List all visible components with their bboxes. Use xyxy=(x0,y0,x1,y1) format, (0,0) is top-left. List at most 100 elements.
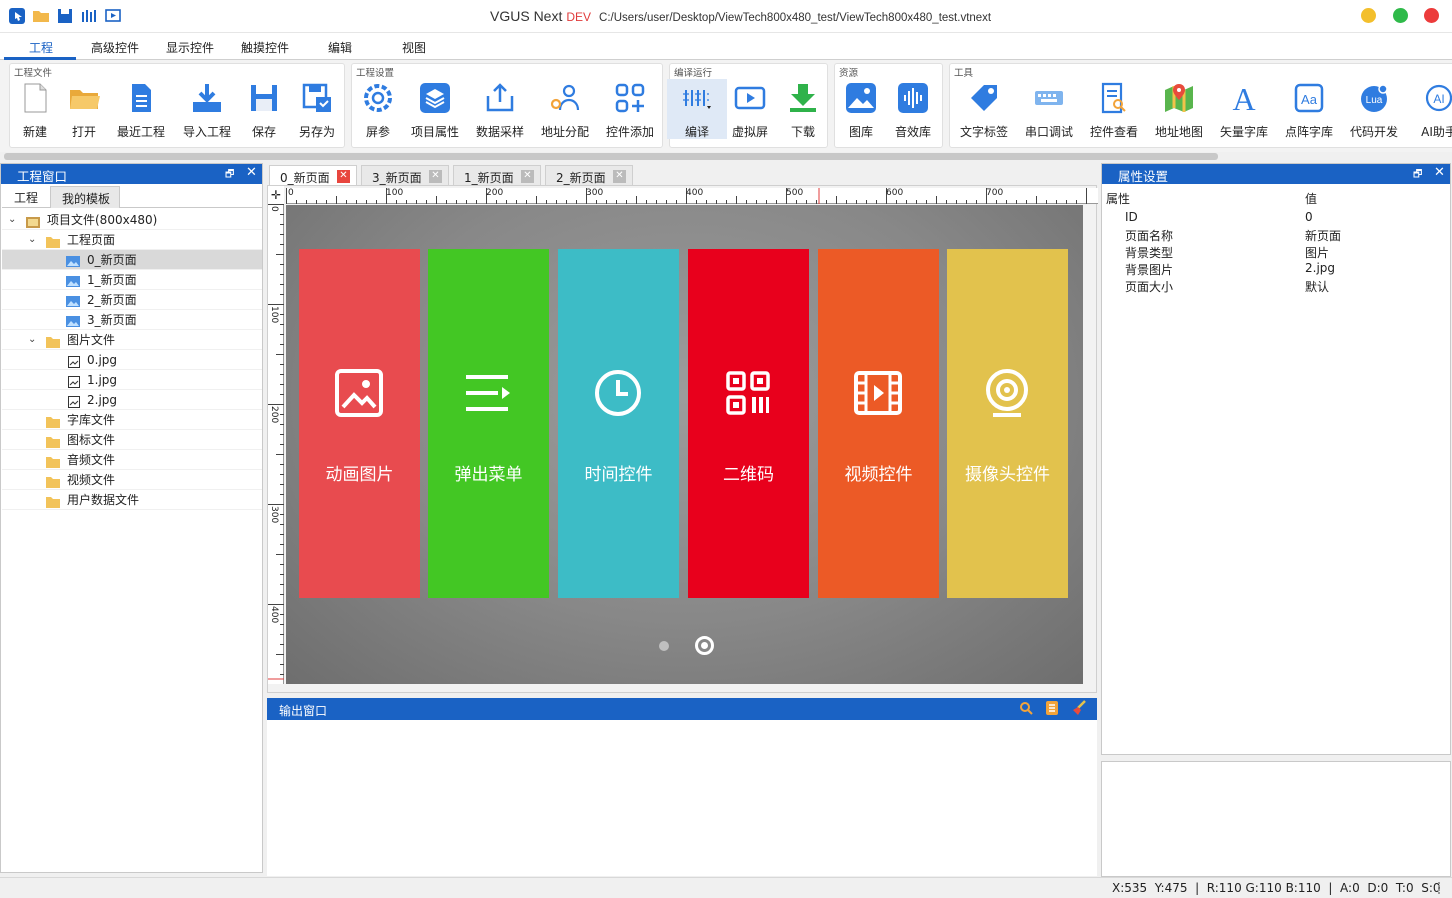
compile-icon xyxy=(681,82,713,114)
tree-page-3[interactable]: 3_新页面 xyxy=(2,310,262,330)
text-label-button[interactable]: 文字标签 xyxy=(954,79,1014,139)
close-tab-icon[interactable]: ✕ xyxy=(337,170,350,183)
tree-root[interactable]: ⌄ 项目文件(800x480) xyxy=(2,210,262,230)
tree-image-1[interactable]: 1.jpg xyxy=(2,370,262,390)
tree-folder-images[interactable]: ⌄ 图片文件 xyxy=(2,330,262,350)
menu-display-controls[interactable]: 显示控件 xyxy=(166,39,214,56)
vector-font-button[interactable]: A 矢量字库 xyxy=(1214,79,1274,139)
page-indicator-dot-active[interactable] xyxy=(695,636,714,655)
card-popup-menu[interactable]: 弹出菜单 xyxy=(428,249,549,598)
close-icon[interactable]: ✕ xyxy=(246,165,257,180)
bitmap-font-button[interactable]: Aa 点阵字库 xyxy=(1279,79,1339,139)
tree-image-0[interactable]: 0.jpg xyxy=(2,350,262,370)
expand-arrow-icon[interactable]: ⌄ xyxy=(8,210,16,230)
column-header-value: 值 xyxy=(1305,192,1318,206)
close-button[interactable] xyxy=(1424,8,1439,23)
close-icon[interactable]: ✕ xyxy=(1434,165,1445,180)
card-time-control[interactable]: 时间控件 xyxy=(558,249,679,598)
expand-arrow-icon[interactable]: ⌄ xyxy=(28,330,36,350)
tree-folder-pages[interactable]: ⌄ 工程页面 xyxy=(2,230,262,250)
maximize-button[interactable] xyxy=(1393,8,1408,23)
property-value[interactable]: 默认 xyxy=(1305,278,1329,295)
data-sampling-button[interactable]: 数据采样 xyxy=(470,79,530,139)
property-value[interactable]: 2.jpg xyxy=(1305,261,1335,275)
ai-assistant-button[interactable]: AI AI助手 xyxy=(1409,79,1452,139)
properties-title: 属性设置 xyxy=(1118,169,1169,184)
download-button[interactable]: 下载 xyxy=(773,79,833,139)
property-value[interactable]: 新页面 xyxy=(1305,227,1341,244)
tree-folder-fonts[interactable]: 字库文件 xyxy=(2,410,262,430)
page-indicator-dot[interactable] xyxy=(659,641,669,651)
resize-grip-icon[interactable] xyxy=(1438,882,1440,894)
tree-folder-label: 音频文件 xyxy=(67,453,116,467)
menu-touch-controls[interactable]: 触摸控件 xyxy=(241,39,289,56)
broom-icon[interactable] xyxy=(1071,700,1087,719)
tree-folder-icons[interactable]: 图标文件 xyxy=(2,430,262,450)
control-viewer-button[interactable]: 控件查看 xyxy=(1084,79,1144,139)
doc-tab-3[interactable]: 3_新页面 ✕ xyxy=(361,165,449,186)
property-value[interactable]: 0 xyxy=(1305,210,1313,224)
property-row[interactable]: 背景图片 2.jpg xyxy=(1102,261,1450,278)
log-icon[interactable] xyxy=(1045,700,1059,719)
pin-icon[interactable]: 🗗 xyxy=(225,167,234,184)
tab-my-templates[interactable]: 我的模板 xyxy=(50,186,120,208)
serial-debug-button[interactable]: 串口调试 xyxy=(1019,79,1079,139)
tree-page-0[interactable]: 0_新页面 xyxy=(2,250,262,270)
virtual-screen-icon[interactable] xyxy=(104,7,122,25)
minimize-button[interactable] xyxy=(1361,8,1376,23)
card-camera-control[interactable]: 摄像头控件 xyxy=(947,249,1068,598)
recent-projects-button[interactable]: 最近工程 xyxy=(111,79,171,139)
menu-view[interactable]: 视图 xyxy=(402,39,426,56)
output-window-body[interactable] xyxy=(267,720,1097,876)
ribbon-scrollbar[interactable] xyxy=(0,152,1452,161)
menu-project[interactable]: 工程 xyxy=(29,39,53,56)
design-canvas[interactable]: ✛ 0 100 200 300 400 500 600 700 0 100 20… xyxy=(267,185,1098,693)
property-row[interactable]: 背景类型 图片 xyxy=(1102,244,1450,261)
menu-advanced-controls[interactable]: 高级控件 xyxy=(91,39,139,56)
tree-folder-audio[interactable]: 音频文件 xyxy=(2,450,262,470)
property-value[interactable]: 图片 xyxy=(1305,244,1329,261)
compile-icon[interactable] xyxy=(80,7,98,25)
tree-folder-video[interactable]: 视频文件 xyxy=(2,470,262,490)
tree-page-2[interactable]: 2_新页面 xyxy=(2,290,262,310)
search-icon[interactable] xyxy=(1019,701,1033,718)
app-logo-icon[interactable] xyxy=(8,7,26,25)
code-development-button[interactable]: Lua 代码开发 xyxy=(1344,79,1404,139)
property-row[interactable]: 页面大小 默认 xyxy=(1102,278,1450,295)
address-allocation-button[interactable]: 地址分配 xyxy=(535,79,595,139)
expand-arrow-icon[interactable]: ⌄ xyxy=(28,230,36,250)
property-row[interactable]: 页面名称 新页面 xyxy=(1102,227,1450,244)
tree-folder-userdata[interactable]: 用户数据文件 xyxy=(2,490,262,510)
page-screen[interactable]: 动画图片 弹出菜单 时间控件 二维码 视频控件 摄像头控件 xyxy=(286,205,1083,684)
scrollbar-thumb[interactable] xyxy=(4,153,1218,160)
card-animation-image[interactable]: 动画图片 xyxy=(299,249,420,598)
tab-project[interactable]: 工程 xyxy=(14,189,38,206)
pin-icon[interactable]: 🗗 xyxy=(1413,167,1422,184)
project-properties-button[interactable]: 项目属性 xyxy=(405,79,465,139)
close-tab-icon[interactable]: ✕ xyxy=(613,170,626,183)
close-tab-icon[interactable]: ✕ xyxy=(429,170,442,183)
sound-library-button[interactable]: 音效库 xyxy=(883,79,943,139)
recent-document-icon xyxy=(125,82,157,114)
close-tab-icon[interactable]: ✕ xyxy=(521,170,534,183)
import-icon xyxy=(191,82,223,114)
open-folder-icon[interactable] xyxy=(32,7,50,25)
add-control-button[interactable]: 控件添加 xyxy=(600,79,660,139)
property-row[interactable]: ID 0 xyxy=(1102,210,1450,227)
address-map-button[interactable]: 地址地图 xyxy=(1149,79,1209,139)
doc-tab-2[interactable]: 2_新页面 ✕ xyxy=(545,165,633,186)
save-icon[interactable] xyxy=(56,7,74,25)
doc-tab-0[interactable]: 0_新页面 ✕ xyxy=(269,165,357,186)
svg-text:Lua: Lua xyxy=(1366,95,1383,106)
horizontal-ruler: 0 100 200 300 400 500 600 700 xyxy=(286,188,1098,204)
save-as-button[interactable]: 另存为 xyxy=(287,79,347,139)
card-qrcode[interactable]: 二维码 xyxy=(688,249,809,598)
tree-page-1[interactable]: 1_新页面 xyxy=(2,270,262,290)
menu-edit[interactable]: 编辑 xyxy=(328,39,352,56)
card-video-control[interactable]: 视频控件 xyxy=(818,249,939,598)
doc-tab-1[interactable]: 1_新页面 ✕ xyxy=(453,165,541,186)
document-tabs: 0_新页面 ✕ 3_新页面 ✕ 1_新页面 ✕ 2_新页面 ✕ xyxy=(267,163,1097,186)
tree-folder-label: 用户数据文件 xyxy=(67,493,140,507)
tree-file-label: 0.jpg xyxy=(87,353,118,367)
tree-image-2[interactable]: 2.jpg xyxy=(2,390,262,410)
